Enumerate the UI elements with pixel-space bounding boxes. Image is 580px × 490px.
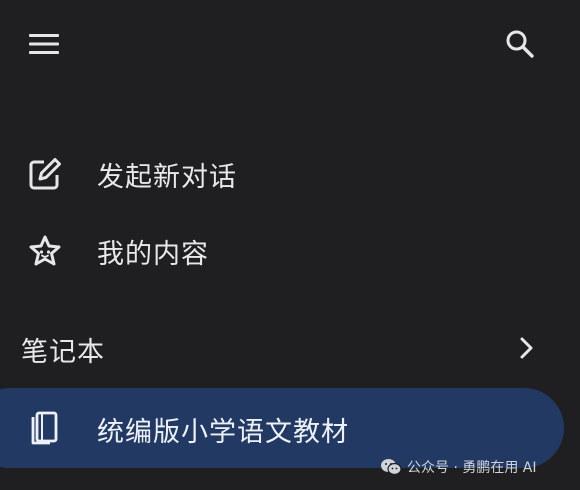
notebooks-section-header[interactable]: 笔记本 xyxy=(0,316,580,378)
notebook-icon xyxy=(26,409,64,447)
wechat-icon xyxy=(381,459,402,476)
my-content-label: 我的内容 xyxy=(97,238,209,270)
notebook-label: 统编版小学语文教材 xyxy=(97,417,349,448)
edit-icon xyxy=(26,155,64,193)
search-icon xyxy=(506,30,534,58)
chevron-right-icon xyxy=(512,334,540,362)
new-chat-label: 发起新对话 xyxy=(97,161,237,193)
my-content-item[interactable]: 我的内容 xyxy=(0,219,580,283)
star-face-icon xyxy=(26,232,64,270)
app-drawer: 发起新对话 我的内容 笔记本 统编版小学语文教材 公众号 · 勇鹏在用 AI xyxy=(0,0,580,490)
new-chat-item[interactable]: 发起新对话 xyxy=(0,142,580,206)
hamburger-menu-icon xyxy=(29,34,59,54)
watermark: 公众号 · 勇鹏在用 AI xyxy=(380,456,537,478)
watermark-text: 公众号 · 勇鹏在用 AI xyxy=(407,460,537,476)
notebooks-title: 笔记本 xyxy=(21,337,105,368)
search-button[interactable] xyxy=(498,22,542,66)
menu-button[interactable] xyxy=(22,22,66,66)
